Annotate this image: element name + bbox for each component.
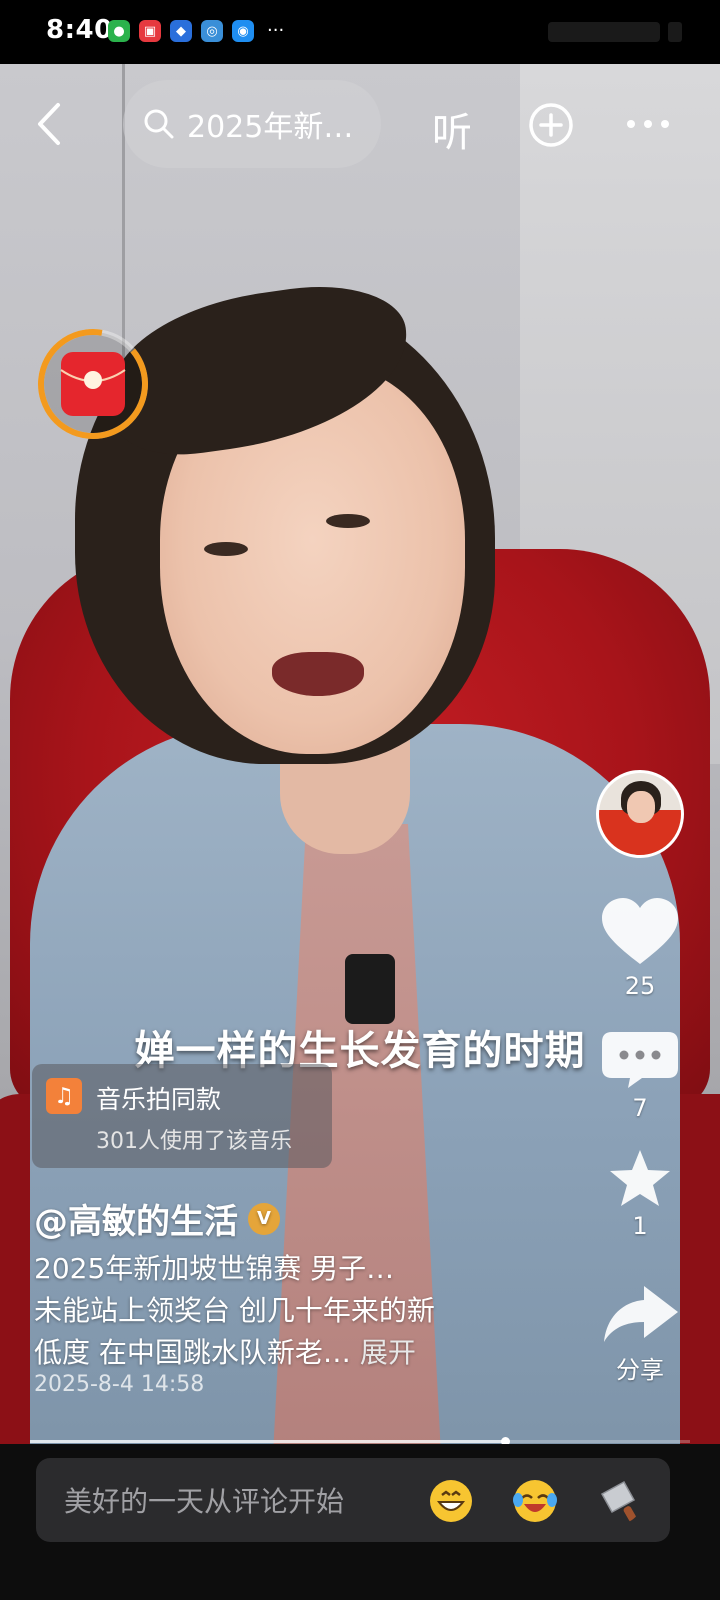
wechat-icon: ● <box>108 20 130 42</box>
video-progress-bar[interactable] <box>30 1437 690 1446</box>
heart-icon <box>602 898 678 964</box>
top-bar: 2025年新… 听 <box>0 64 720 184</box>
back-arrow-icon[interactable] <box>30 99 70 149</box>
star-icon <box>610 1150 670 1206</box>
favorite-count: 1 <box>632 1212 648 1240</box>
status-bar: 8:40 ● ▣ ◆ ◎ ◉ ··· <box>0 0 720 64</box>
post-date: 2025-8-4 14:58 <box>34 1372 205 1397</box>
signal-battery-icons <box>548 22 682 42</box>
music-title: 音乐拍同款 <box>96 1085 222 1114</box>
expand-link[interactable]: 展开 <box>360 1336 416 1369</box>
laughing-tears-emoji-icon[interactable] <box>512 1478 558 1524</box>
add-circle-icon[interactable] <box>528 102 574 148</box>
grin-emoji-icon[interactable] <box>428 1478 474 1524</box>
globe-icon: ◎ <box>201 20 223 42</box>
share-button[interactable]: 分享 <box>598 1282 682 1385</box>
search-query: 2025年新… <box>187 110 354 145</box>
favorite-button[interactable]: 1 <box>598 1148 682 1240</box>
comment-placeholder: 美好的一天从评论开始 <box>64 1485 345 1518</box>
music-usage: 301人使用了该音乐 <box>96 1129 292 1154</box>
author-name[interactable]: @高敏的生活 V <box>34 1194 280 1243</box>
share-arrow-icon <box>604 1286 678 1342</box>
share-label: 分享 <box>616 1356 664 1384</box>
notification-icons: ● ▣ ◆ ◎ ◉ ··· <box>108 20 284 42</box>
author-avatar[interactable] <box>596 770 684 858</box>
like-button[interactable]: 25 <box>598 896 682 1000</box>
listen-button[interactable]: 听 <box>432 100 472 158</box>
more-notifications-icon: ··· <box>267 20 285 41</box>
like-count: 25 <box>624 972 656 1000</box>
status-time: 8:40 <box>46 15 113 45</box>
verified-badge-icon: V <box>248 1202 280 1235</box>
cleaver-emoji-icon[interactable] <box>596 1478 642 1524</box>
search-icon <box>144 109 174 139</box>
lapel-mic <box>345 954 395 1024</box>
post-description[interactable]: 2025年新加坡世锦赛 男子… 未能站上领奖台 创几十年来的新 低度 在中国跳水… <box>34 1248 554 1374</box>
shield-icon: ◆ <box>170 20 192 42</box>
music-card[interactable]: ♫ 音乐拍同款 301人使用了该音乐 <box>32 1064 332 1168</box>
comment-count: 7 <box>632 1094 648 1122</box>
more-options-icon[interactable] <box>626 114 670 134</box>
bottom-bar: 美好的一天从评论开始 <box>0 1444 720 1600</box>
bird-icon: ◉ <box>232 20 254 42</box>
red-packet-icon[interactable] <box>35 326 151 442</box>
music-note-icon: ♫ <box>46 1078 82 1114</box>
app-red-icon: ▣ <box>139 20 161 42</box>
comment-input[interactable]: 美好的一天从评论开始 <box>36 1458 670 1542</box>
progress-fill <box>30 1440 506 1443</box>
search-bar[interactable]: 2025年新… <box>123 80 381 168</box>
